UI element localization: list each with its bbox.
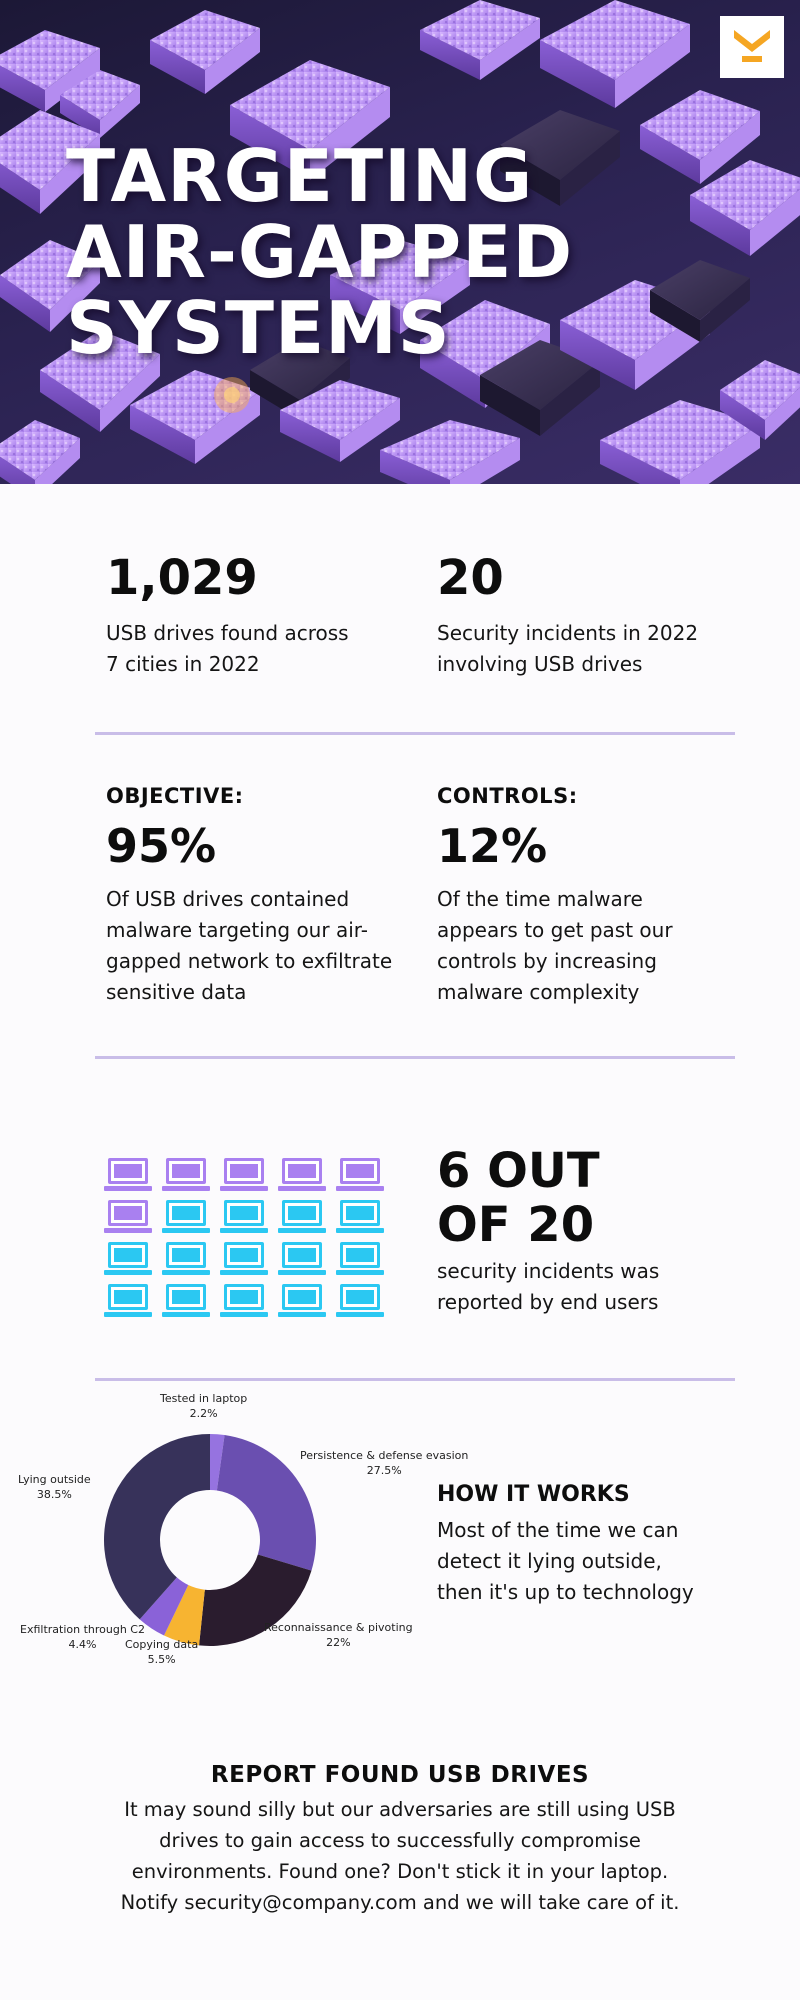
laptop-icon — [220, 1242, 268, 1276]
end-users-headline-line: OF 20 — [437, 1197, 595, 1253]
donut-label-text: Exfiltration through C2 — [20, 1623, 145, 1636]
report-description-line: drives to gain access to successfully co… — [159, 1829, 641, 1852]
laptop-icon — [104, 1200, 152, 1234]
controls-description-line: appears to get past our — [437, 918, 673, 942]
stat-number: 20 — [437, 550, 504, 606]
donut-label-tested-in-laptop: Tested in laptop 2.2% — [160, 1391, 247, 1421]
objective-description-line: Of USB drives contained — [106, 887, 350, 911]
laptop-icon — [162, 1200, 210, 1234]
donut-label-text: Tested in laptop — [160, 1392, 248, 1405]
report-section: REPORT FOUND USB DRIVES It may sound sil… — [40, 1762, 760, 1918]
hero-title: TARGETING AIR-GAPPED SYSTEMS — [66, 138, 626, 366]
hero-title-line: TARGETING — [66, 134, 534, 218]
laptop-icon — [278, 1242, 326, 1276]
report-description-line: Notify security@company.com and we will … — [120, 1891, 680, 1914]
stat-description: Security incidents in 2022 involving USB… — [437, 618, 757, 680]
objective-block: OBJECTIVE: 95% Of USB drives contained m… — [106, 784, 436, 1008]
donut-label-reconnaissance-pivoting: Reconnaissance & pivoting 22% — [264, 1620, 413, 1650]
stat-description-line: Security incidents in 2022 — [437, 621, 699, 645]
laptop-icon — [162, 1284, 210, 1318]
objective-description-line: sensitive data — [106, 980, 247, 1004]
controls-label: CONTROLS: — [437, 784, 578, 808]
laptop-icon — [220, 1158, 268, 1192]
stat-security-incidents: 20 Security incidents in 2022 involving … — [437, 552, 757, 680]
hero-banner: TARGETING AIR-GAPPED SYSTEMS — [0, 0, 800, 484]
end-users-description-line: reported by end users — [437, 1290, 659, 1314]
laptop-icon — [162, 1158, 210, 1192]
donut-label-exfiltration-through-c2: Exfiltration through C2 4.4% — [20, 1622, 145, 1652]
report-description: It may sound silly but our adversaries a… — [40, 1794, 760, 1918]
laptop-icon — [278, 1158, 326, 1192]
controls-description-line: Of the time malware — [437, 887, 643, 911]
how-it-works-title: HOW IT WORKS — [437, 1482, 630, 1507]
end-users-description: security incidents was reported by end u… — [437, 1256, 767, 1318]
end-users-headline-line: 6 OUT — [437, 1143, 600, 1199]
laptop-icon — [336, 1284, 384, 1318]
report-description-line: environments. Found one? Don't stick it … — [131, 1860, 669, 1883]
donut-label-value: 4.4% — [68, 1638, 97, 1651]
section-divider — [95, 1056, 735, 1059]
end-users-description-line: security incidents was — [437, 1259, 660, 1283]
laptop-icon — [336, 1242, 384, 1276]
laptop-icon — [278, 1200, 326, 1234]
section-divider — [95, 732, 735, 735]
stat-description-line: USB drives found across — [106, 621, 349, 645]
controls-description-line: controls by increasing — [437, 949, 657, 973]
report-description-line: It may sound silly but our adversaries a… — [124, 1798, 676, 1821]
chevron-down-logo-icon — [734, 30, 770, 62]
donut-label-text: Lying outside — [18, 1473, 91, 1486]
donut-label-value: 22% — [326, 1636, 351, 1649]
stat-description: USB drives found across 7 cities in 2022 — [106, 618, 426, 680]
donut-label-value: 5.5% — [147, 1653, 176, 1666]
hero-title-line: SYSTEMS — [66, 286, 451, 370]
donut-label-persistence-defense-evasion: Persistence & defense evasion 27.5% — [300, 1448, 468, 1478]
company-logo — [720, 16, 784, 78]
hero-title-line: AIR-GAPPED — [66, 210, 574, 294]
stat-description-line: 7 cities in 2022 — [106, 652, 260, 676]
donut-label-value: 38.5% — [36, 1488, 72, 1501]
laptop-icon — [220, 1284, 268, 1318]
end-users-block: 6 OUT OF 20 security incidents was repor… — [437, 1144, 767, 1318]
laptop-icon — [162, 1242, 210, 1276]
controls-description: Of the time malware appears to get past … — [437, 884, 757, 1008]
donut-label-text: Reconnaissance & pivoting — [264, 1621, 413, 1634]
laptop-icon — [220, 1200, 268, 1234]
objective-description-line: malware targeting our air- — [106, 918, 368, 942]
laptop-icon — [336, 1200, 384, 1234]
laptop-icon — [104, 1158, 152, 1192]
objective-description-line: gapped network to exfiltrate — [106, 949, 393, 973]
donut-label-lying-outside: Lying outside 38.5% — [18, 1472, 91, 1502]
laptop-icon — [278, 1284, 326, 1318]
donut-label-text: Persistence & defense evasion — [300, 1449, 469, 1462]
laptop-icon — [336, 1158, 384, 1192]
controls-block: CONTROLS: 12% Of the time malware appear… — [437, 784, 757, 1008]
stat-description-line: involving USB drives — [437, 652, 643, 676]
stat-number: 1,029 — [106, 550, 258, 606]
objective-description: Of USB drives contained malware targetin… — [106, 884, 436, 1008]
report-title: REPORT FOUND USB DRIVES — [210, 1762, 590, 1788]
objective-label: OBJECTIVE: — [106, 784, 244, 808]
donut-label-value: 27.5% — [366, 1464, 402, 1477]
donut-label-value: 2.2% — [189, 1407, 218, 1420]
controls-percent: 12% — [437, 819, 548, 873]
how-it-works-description-line: then it's up to technology — [437, 1580, 694, 1604]
how-it-works-block: HOW IT WORKS Most of the time we can det… — [437, 1482, 767, 1608]
controls-description-line: malware complexity — [437, 980, 640, 1004]
stat-usb-drives-found: 1,029 USB drives found across 7 cities i… — [106, 552, 426, 680]
laptop-icon — [104, 1284, 152, 1318]
objective-percent: 95% — [106, 819, 217, 873]
how-it-works-description-line: detect it lying outside, — [437, 1549, 662, 1573]
how-it-works-description: Most of the time we can detect it lying … — [437, 1515, 767, 1608]
laptop-icon — [104, 1242, 152, 1276]
how-it-works-description-line: Most of the time we can — [437, 1518, 679, 1542]
